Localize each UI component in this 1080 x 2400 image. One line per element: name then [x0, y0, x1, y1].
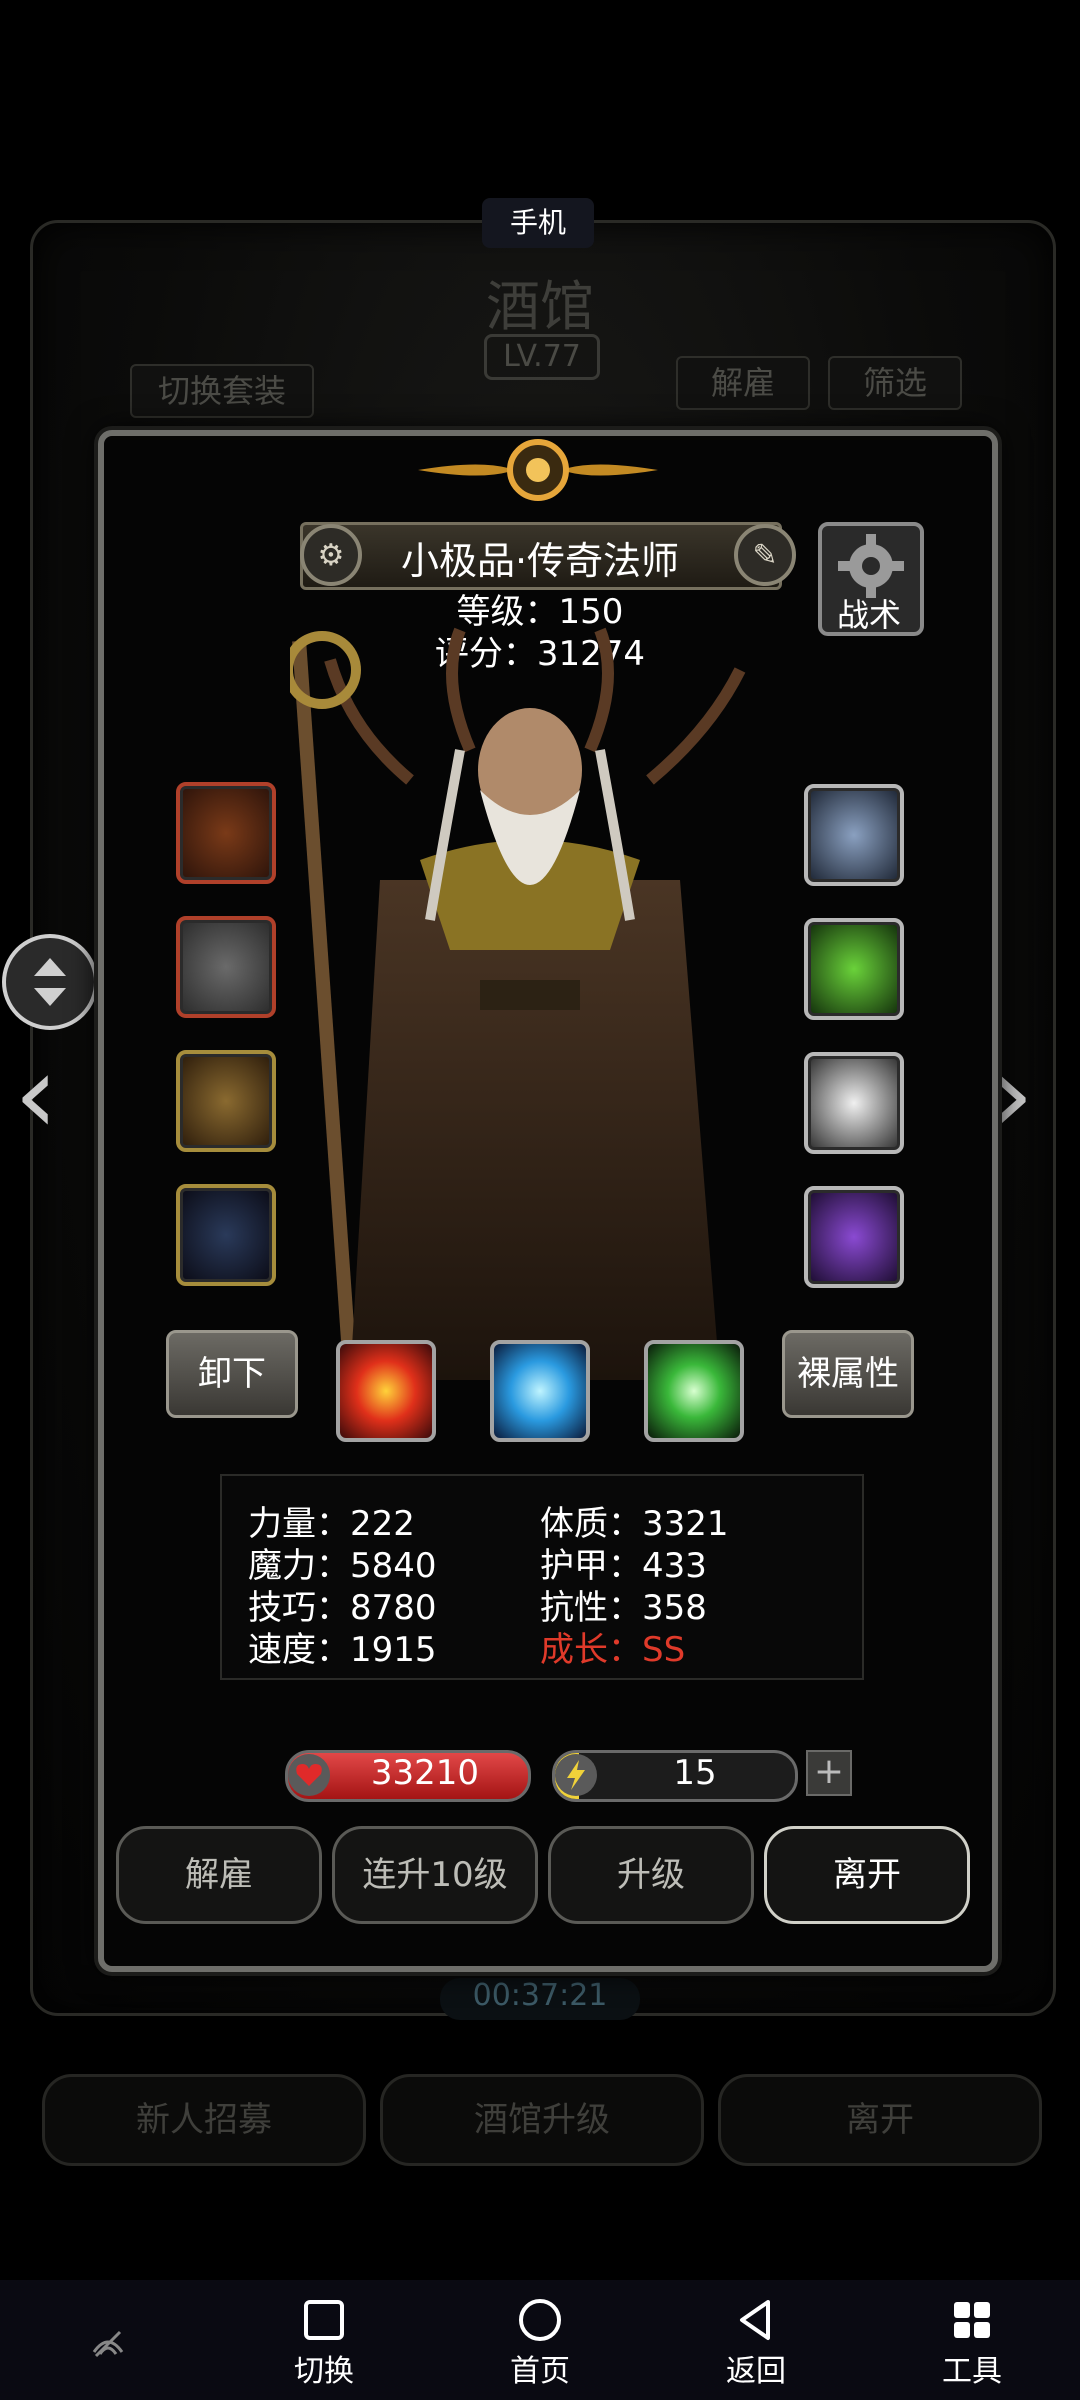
- scroll-toggle-button[interactable]: [2, 934, 98, 1030]
- up-down-icon: [34, 958, 66, 1006]
- tavern-title: 酒馆: [486, 275, 594, 338]
- upgrade-tavern-button[interactable]: 酒馆升级: [380, 2074, 704, 2166]
- bg-dismiss-button[interactable]: 解雇: [676, 356, 810, 410]
- unequip-button[interactable]: 卸下: [166, 1330, 298, 1418]
- nav-switch-label: 切换: [294, 2354, 354, 2389]
- bg-leave-button[interactable]: 离开: [718, 2074, 1042, 2166]
- timer: 00:37:21: [440, 1978, 640, 2020]
- stat-growth: 成长：SS: [540, 1630, 686, 1670]
- skill-nature-icon[interactable]: [644, 1340, 744, 1442]
- equip-slot-wing[interactable]: [804, 1052, 904, 1154]
- hero-name: 小极品·传奇法师: [400, 539, 680, 583]
- circle-icon: [519, 2299, 561, 2341]
- nav-back[interactable]: 返回: [696, 2298, 816, 2390]
- stat-speed: 速度：1915: [248, 1630, 437, 1670]
- grid-icon: [954, 2302, 990, 2338]
- nav-back-label: 返回: [726, 2354, 786, 2389]
- level-up-button[interactable]: 升级: [548, 1826, 754, 1924]
- nav-home-label: 首页: [510, 2354, 570, 2389]
- tavern-level: LV.77: [484, 334, 600, 380]
- nav-tools[interactable]: 工具: [912, 2298, 1032, 2390]
- recruit-button[interactable]: 新人招募: [42, 2074, 366, 2166]
- nav-tools-label: 工具: [942, 2354, 1002, 2389]
- switch-set-button[interactable]: 切换套装: [130, 364, 314, 418]
- hero-settings-icon[interactable]: ⚙: [300, 524, 362, 586]
- hero-portrait: [290, 627, 746, 1440]
- equip-slot-helmet[interactable]: [804, 784, 904, 886]
- equip-slot-ring[interactable]: [804, 1186, 904, 1288]
- signal-off-icon: [92, 2330, 124, 2358]
- add-energy-button[interactable]: +: [806, 1750, 852, 1796]
- prev-hero-arrow-icon[interactable]: ‹: [14, 1030, 58, 1158]
- equip-slot-necklace[interactable]: [176, 1184, 276, 1286]
- equip-slot-armor[interactable]: [176, 916, 276, 1018]
- equip-slot-medal[interactable]: [176, 1050, 276, 1152]
- equip-slot-gem[interactable]: [804, 918, 904, 1020]
- equip-slot-weapon[interactable]: [176, 782, 276, 884]
- panel-emblem-icon: [418, 439, 658, 501]
- skill-ice-icon[interactable]: [490, 1340, 590, 1442]
- filter-button[interactable]: 筛选: [828, 356, 962, 410]
- hp-value: 33210: [370, 1753, 480, 1793]
- lightning-icon: [555, 1754, 597, 1796]
- dismiss-button[interactable]: 解雇: [116, 1826, 322, 1924]
- tactics-label: 战术: [836, 596, 901, 634]
- nav-switch[interactable]: 切换: [264, 2298, 384, 2390]
- level-up-10-button[interactable]: 连升10级: [332, 1826, 538, 1924]
- rename-icon[interactable]: ✎: [734, 524, 796, 586]
- heart-icon: [288, 1754, 330, 1796]
- square-icon: [304, 2300, 344, 2340]
- back-triangle-icon: [740, 2300, 770, 2340]
- tooltip: 手机: [482, 198, 594, 248]
- skill-fire-icon[interactable]: [336, 1340, 436, 1442]
- nav-home[interactable]: 首页: [480, 2298, 600, 2390]
- leave-button[interactable]: 离开: [764, 1826, 970, 1924]
- energy-value: 15: [673, 1753, 717, 1793]
- base-attributes-button[interactable]: 裸属性: [782, 1330, 914, 1418]
